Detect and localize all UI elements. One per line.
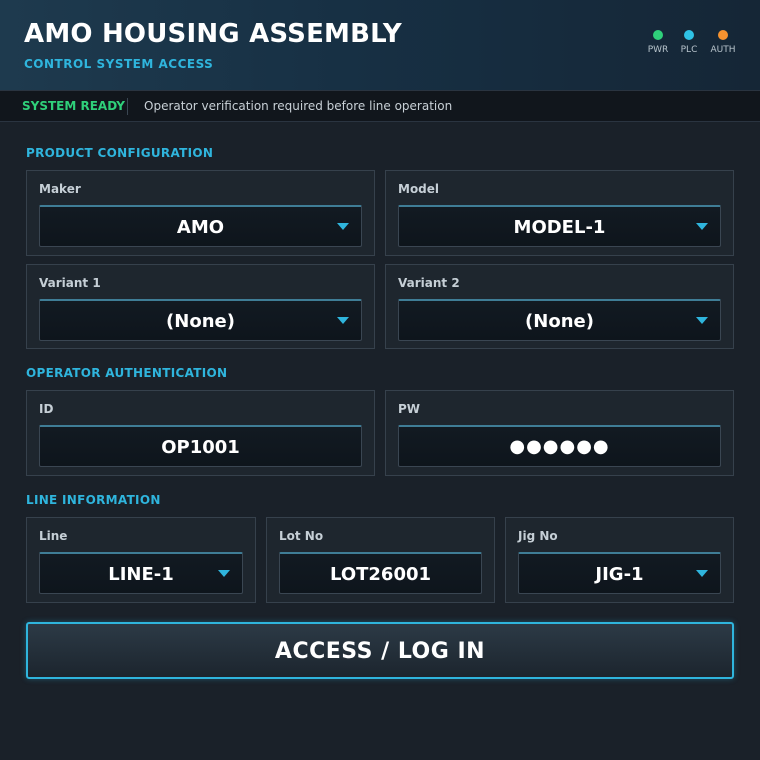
chevron-down-icon <box>218 570 230 577</box>
jig-label: Jig No <box>518 529 558 543</box>
password-input[interactable]: ●●●●●● <box>398 425 721 467</box>
operator-id-card: ID OP1001 <box>26 390 375 476</box>
operator-id-label: ID <box>39 402 54 416</box>
maker-label: Maker <box>39 182 81 196</box>
variant2-label: Variant 2 <box>398 276 460 290</box>
login-button[interactable]: ACCESS / LOG IN <box>26 622 734 679</box>
chevron-down-icon <box>696 317 708 324</box>
lot-input[interactable]: LOT26001 <box>279 552 482 594</box>
line-select[interactable]: LINE-1 <box>39 552 243 594</box>
model-card: Model MODEL-1 <box>385 170 734 256</box>
chevron-down-icon <box>337 317 349 324</box>
lot-card: Lot No LOT26001 <box>266 517 495 603</box>
line-value: LINE-1 <box>108 564 174 585</box>
line-label: Line <box>39 529 68 543</box>
status-divider <box>127 98 128 115</box>
jig-select[interactable]: JIG-1 <box>518 552 721 594</box>
header: AMO HOUSING ASSEMBLY CONTROL SYSTEM ACCE… <box>0 0 760 90</box>
jig-value: JIG-1 <box>595 564 644 585</box>
section-title-line: LINE INFORMATION <box>26 493 161 507</box>
variant1-value: (None) <box>166 311 235 332</box>
section-title-product: PRODUCT CONFIGURATION <box>26 146 214 160</box>
password-label: PW <box>398 402 421 416</box>
operator-id-value: OP1001 <box>161 437 240 458</box>
jig-card: Jig No JIG-1 <box>505 517 734 603</box>
variant1-label: Variant 1 <box>39 276 101 290</box>
lot-label: Lot No <box>279 529 324 543</box>
system-status: SYSTEM READY <box>22 99 125 113</box>
section-title-auth: OPERATOR AUTHENTICATION <box>26 366 228 380</box>
indicator-auth: AUTH <box>703 30 743 55</box>
login-button-label: ACCESS / LOG IN <box>274 639 486 664</box>
variant2-select[interactable]: (None) <box>398 299 721 341</box>
chevron-down-icon <box>696 570 708 577</box>
pwr-status-dot-icon <box>653 30 663 40</box>
variant2-card: Variant 2 (None) <box>385 264 734 349</box>
maker-value: AMO <box>176 217 225 238</box>
app-subtitle: CONTROL SYSTEM ACCESS <box>24 57 214 71</box>
model-select[interactable]: MODEL-1 <box>398 205 721 247</box>
app-title: AMO HOUSING ASSEMBLY <box>24 19 402 49</box>
password-masked-value: ●●●●●● <box>509 436 610 457</box>
operator-id-input[interactable]: OP1001 <box>39 425 362 467</box>
status-bar: SYSTEM READY Operator verification requi… <box>0 90 760 122</box>
lot-value: LOT26001 <box>329 564 432 585</box>
line-card: Line LINE-1 <box>26 517 256 603</box>
indicator-label: AUTH <box>710 45 736 55</box>
password-card: PW ●●●●●● <box>385 390 734 476</box>
maker-select[interactable]: AMO <box>39 205 362 247</box>
variant1-select[interactable]: (None) <box>39 299 362 341</box>
plc-status-dot-icon <box>684 30 694 40</box>
chevron-down-icon <box>337 223 349 230</box>
model-value: MODEL-1 <box>513 217 606 238</box>
maker-card: Maker AMO <box>26 170 375 256</box>
variant1-card: Variant 1 (None) <box>26 264 375 349</box>
variant2-value: (None) <box>525 311 594 332</box>
status-message: Operator verification required before li… <box>144 99 453 113</box>
model-label: Model <box>398 182 440 196</box>
chevron-down-icon <box>696 223 708 230</box>
auth-status-dot-icon <box>718 30 728 40</box>
